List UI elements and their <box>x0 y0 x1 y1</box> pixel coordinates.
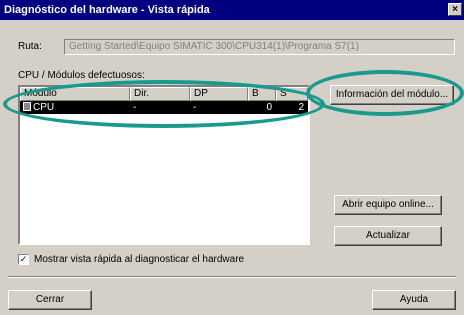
list-header: Módulo Dir. DP B S <box>20 87 308 101</box>
column-header-dir[interactable]: Dir. <box>130 87 190 101</box>
open-online-button[interactable]: Abrir equipo online... <box>334 195 442 215</box>
separator <box>8 276 456 278</box>
path-label: Ruta: <box>18 41 42 52</box>
column-header-s[interactable]: S <box>276 87 308 101</box>
title-bar: Diagnóstico del hardware - Vista rápida … <box>0 0 464 20</box>
help-button[interactable]: Ayuda <box>372 290 456 310</box>
cell-b: 0 <box>266 102 272 113</box>
window-title: Diagnóstico del hardware - Vista rápida <box>4 4 210 16</box>
column-header-dp[interactable]: DP <box>190 87 248 101</box>
column-header-module[interactable]: Módulo <box>20 87 130 101</box>
cell-dir: - <box>133 102 137 113</box>
modules-list[interactable]: Módulo Dir. DP B S CPU - - 0 2 <box>18 85 310 245</box>
close-icon[interactable]: × <box>448 3 462 16</box>
modules-label: CPU / Módulos defectuosos: <box>18 70 145 81</box>
close-button[interactable]: Cerrar <box>8 290 92 310</box>
module-info-button[interactable]: Información del módulo... <box>330 85 454 105</box>
show-quick-view-checkbox[interactable]: ✓ <box>18 254 29 265</box>
path-field: Getting Started\Equipo SIMATIC 300\CPU31… <box>64 39 455 55</box>
cell-s: 2 <box>298 102 304 113</box>
cell-dp: - <box>193 102 197 113</box>
show-quick-view-label[interactable]: Mostrar vista rápida al diagnosticar el … <box>34 254 244 265</box>
table-row[interactable]: CPU - - 0 2 <box>20 101 308 114</box>
update-button[interactable]: Actualizar <box>334 226 442 246</box>
column-header-b[interactable]: B <box>248 87 276 101</box>
cpu-icon <box>23 102 31 111</box>
cell-module: CPU <box>33 102 55 113</box>
